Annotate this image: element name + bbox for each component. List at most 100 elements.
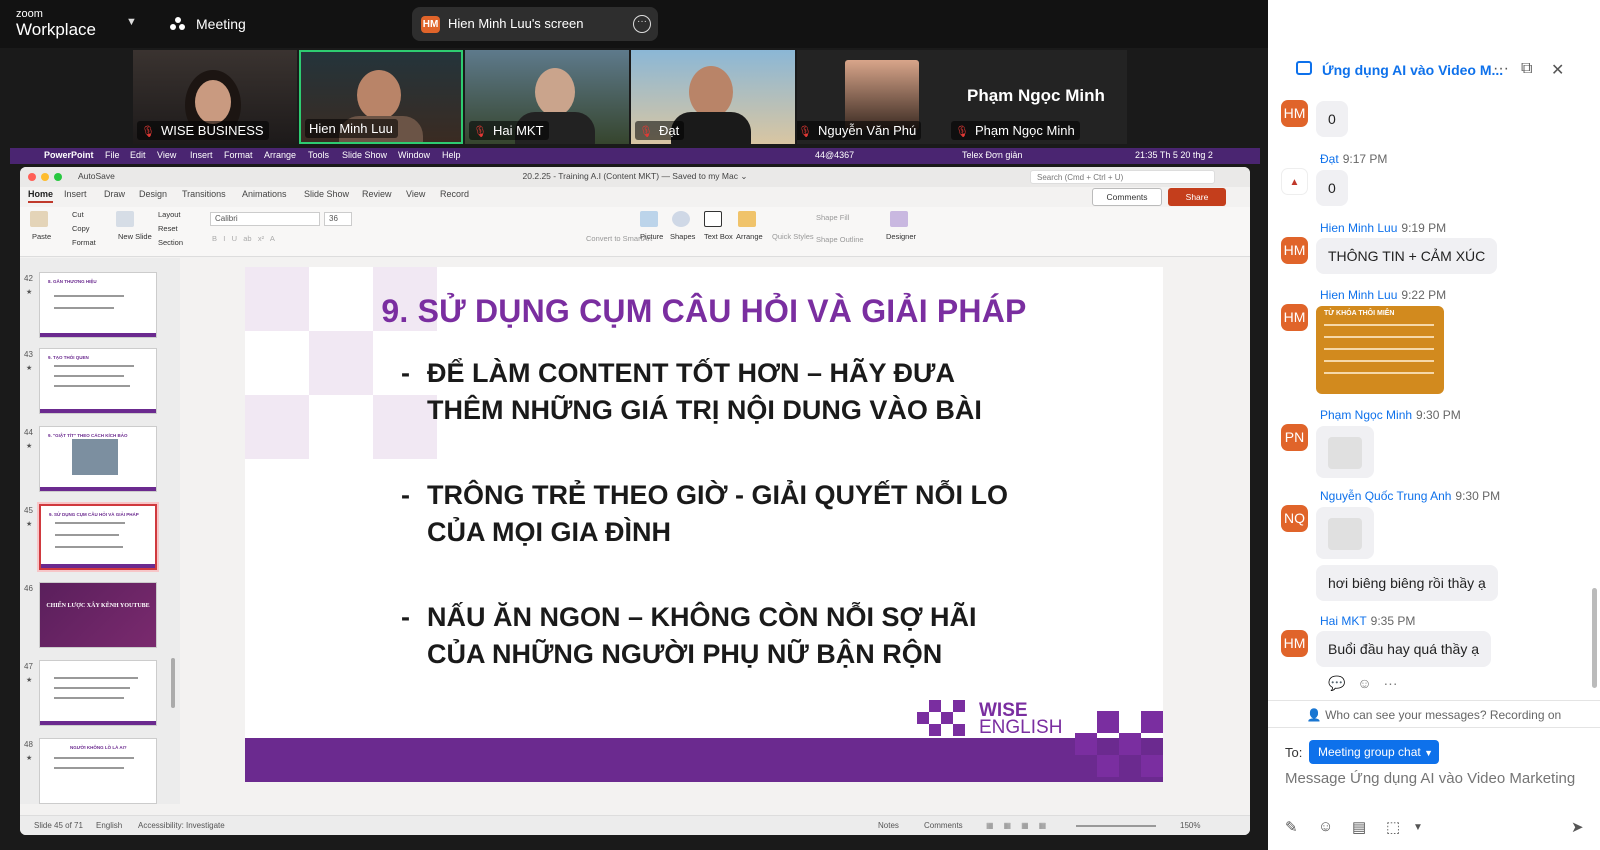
text-format-buttons[interactable]: B I U ab x² A: [212, 234, 275, 243]
notes-button[interactable]: Notes: [878, 821, 899, 830]
font-family-select[interactable]: Calibri: [210, 212, 320, 226]
accessibility-status[interactable]: Accessibility: Investigate: [138, 821, 225, 830]
emoji-react-icon[interactable]: ☺: [1357, 675, 1371, 691]
screenshot-icon[interactable]: ⬚: [1386, 818, 1400, 836]
copy-button[interactable]: Copy: [72, 224, 90, 233]
slide-thumbnail[interactable]: [39, 660, 157, 726]
quick-styles-button[interactable]: Quick Styles: [772, 232, 814, 241]
video-tile[interactable]: 🎙 Đạt: [631, 50, 795, 144]
video-tile[interactable]: 🎙 WISE BUSINESS: [133, 50, 297, 144]
designer-icon[interactable]: [890, 211, 908, 227]
paste-icon[interactable]: [30, 211, 48, 227]
slide-thumbnail[interactable]: CHIẾN LƯỢC XÂY KÊNH YOUTUBE: [39, 582, 157, 648]
shape-fill-button[interactable]: Shape Fill: [816, 213, 849, 222]
message-input[interactable]: [1285, 770, 1585, 787]
meeting-menu[interactable]: Meeting: [170, 16, 246, 32]
menu-insert[interactable]: Insert: [190, 150, 213, 160]
more-icon[interactable]: ···: [1493, 60, 1509, 78]
chevron-down-icon[interactable]: ▼: [1413, 822, 1423, 833]
more-options-icon[interactable]: ···: [633, 15, 651, 33]
text-box-icon[interactable]: [704, 211, 722, 227]
picture-icon[interactable]: [640, 211, 658, 227]
close-icon[interactable]: ✕: [1551, 60, 1564, 80]
pop-out-icon[interactable]: ⧉: [1521, 60, 1532, 78]
privacy-notice[interactable]: 👤 Who can see your messages? Recording o…: [1268, 700, 1600, 728]
tab-transitions[interactable]: Transitions: [182, 189, 226, 199]
menu-help[interactable]: Help: [442, 150, 461, 160]
home-ribbon: Paste Cut Copy Format New Slide Layout R…: [20, 207, 1250, 257]
file-icon[interactable]: ▤: [1352, 818, 1366, 836]
more-actions-icon[interactable]: ···: [1384, 675, 1398, 691]
menu-app[interactable]: PowerPoint: [44, 150, 94, 160]
menu-slide-show[interactable]: Slide Show: [342, 150, 387, 160]
mic-muted-icon: 🎙: [473, 126, 487, 138]
to-label: To:: [1285, 745, 1303, 760]
shape-outline-button[interactable]: Shape Outline: [816, 235, 864, 244]
tab-view[interactable]: View: [406, 189, 425, 199]
message-sender: Đạt 9:17 PM: [1320, 152, 1388, 166]
zoom-slider[interactable]: [1076, 825, 1156, 827]
sticker-attachment[interactable]: [1316, 426, 1374, 478]
format-painter-button[interactable]: Format: [72, 238, 96, 247]
menu-file[interactable]: File: [105, 150, 120, 160]
share-button[interactable]: Share: [1168, 188, 1226, 206]
slide-canvas[interactable]: 9. SỬ DỤNG CỤM CÂU HỎI VÀ GIẢI PHÁP - ĐỂ…: [245, 267, 1163, 782]
tab-animations[interactable]: Animations: [242, 189, 287, 199]
tab-design[interactable]: Design: [139, 189, 167, 199]
ppt-search-input[interactable]: Search (Cmd + Ctrl + U): [1030, 170, 1215, 184]
slide-thumbnail[interactable]: 9. TẠO THÓI QUEN: [39, 348, 157, 414]
message-bubble[interactable]: Buổi đầu hay quá thầy ạ: [1316, 631, 1492, 667]
tab-insert[interactable]: Insert: [64, 189, 87, 199]
new-slide-icon[interactable]: [116, 211, 134, 227]
sticker-attachment[interactable]: [1316, 507, 1374, 559]
message-bubble[interactable]: hơi biêng biêng rồi thầy ạ: [1316, 565, 1498, 601]
video-tile-active-speaker[interactable]: Hien Minh Luu: [299, 50, 463, 144]
layout-button[interactable]: Layout: [158, 210, 181, 219]
menu-window[interactable]: Window: [398, 150, 430, 160]
menu-arrange[interactable]: Arrange: [264, 150, 296, 160]
menu-edit[interactable]: Edit: [130, 150, 146, 160]
message-bubble[interactable]: 0: [1316, 170, 1348, 206]
slide-thumbnail[interactable]: 9. "GIẬT TÍT" THEO CÁCH KÍCH BẢO: [39, 426, 157, 492]
message-bubble[interactable]: THÔNG TIN + CẢM XÚC: [1316, 238, 1498, 274]
message-bubble[interactable]: 0: [1316, 101, 1348, 137]
send-icon[interactable]: ➤: [1571, 818, 1584, 836]
emoji-icon[interactable]: ☺: [1318, 818, 1333, 835]
input-method[interactable]: Telex Đơn giản: [962, 150, 1022, 160]
section-button[interactable]: Section: [158, 238, 183, 247]
video-tile-pair[interactable]: Phạm Ngọc Minh 🎙 Nguyễn Văn Phú 🎙 Phạm Ngọ…: [797, 50, 1127, 144]
tab-review[interactable]: Review: [362, 189, 392, 199]
reply-icon[interactable]: 💬: [1328, 675, 1345, 691]
video-tile[interactable]: 🎙 Hai MKT: [465, 50, 629, 144]
screen-share-chip[interactable]: HM Hien Minh Luu's screen ···: [412, 7, 658, 41]
chat-scrollbar[interactable]: [1592, 588, 1597, 688]
status-comments-button[interactable]: Comments: [924, 821, 963, 830]
slide-thumbnail-selected[interactable]: 9. SỬ DỤNG CỤM CÂU HỎI VÀ GIẢI PHÁP: [39, 504, 157, 570]
tab-draw[interactable]: Draw: [104, 189, 125, 199]
slide-thumbnail[interactable]: NGƯỜI KHÔNG LỒ LÀ AI?: [39, 738, 157, 804]
chevron-down-icon[interactable]: ▼: [126, 16, 137, 28]
comments-button[interactable]: Comments: [1092, 188, 1162, 206]
format-text-icon[interactable]: ✎: [1285, 818, 1298, 836]
zoom-level[interactable]: 150%: [1180, 821, 1200, 830]
reset-button[interactable]: Reset: [158, 224, 178, 233]
tab-slide-show[interactable]: Slide Show: [304, 189, 349, 199]
font-size-select[interactable]: 36: [324, 212, 352, 226]
zoom-logo[interactable]: zoom Workplace: [16, 9, 96, 39]
image-attachment[interactable]: TỪ KHÓA THÔI MIÊN: [1316, 306, 1444, 394]
menu-view[interactable]: View: [157, 150, 176, 160]
language-label[interactable]: English: [96, 821, 122, 830]
view-switcher[interactable]: ▦▦▦▦: [986, 821, 1056, 830]
tab-home[interactable]: Home: [28, 189, 54, 203]
star-icon: ★: [26, 443, 33, 450]
menu-tools[interactable]: Tools: [308, 150, 329, 160]
menu-format[interactable]: Format: [224, 150, 253, 160]
arrange-icon[interactable]: [738, 211, 756, 227]
cut-button[interactable]: Cut: [72, 210, 84, 219]
recipient-select[interactable]: Meeting group chat ▼: [1309, 740, 1439, 764]
shapes-icon[interactable]: [672, 211, 690, 227]
ppt-status-bar: Slide 45 of 71 English Accessibility: In…: [20, 815, 1250, 835]
tab-record[interactable]: Record: [440, 189, 469, 199]
slide-thumbnail[interactable]: 8. GẮN THƯƠNG HIỆU: [39, 272, 157, 338]
thumbnail-scrollbar[interactable]: [171, 658, 175, 708]
